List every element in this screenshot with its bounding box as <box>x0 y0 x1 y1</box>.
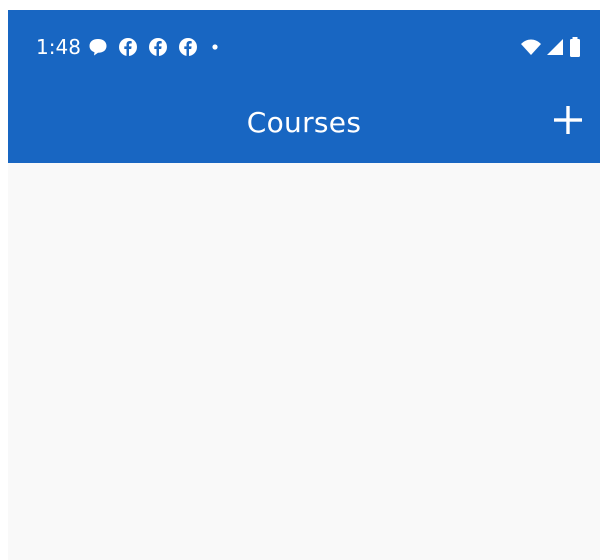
add-course-button[interactable] <box>550 102 586 138</box>
facebook-icon <box>178 37 198 57</box>
courses-list-area <box>8 163 600 560</box>
phone-screen: 1:48 Courses <box>8 10 600 560</box>
chat-bubble-icon <box>88 37 108 57</box>
system-status-icons <box>520 36 582 58</box>
plus-icon <box>550 106 586 142</box>
status-bar: 1:48 <box>8 10 600 82</box>
app-bar: Courses <box>8 82 600 163</box>
facebook-icon <box>148 37 168 57</box>
page-title: Courses <box>246 106 362 139</box>
facebook-icon <box>118 37 138 57</box>
status-time: 1:48 <box>36 35 81 59</box>
notification-icons <box>88 37 222 57</box>
battery-icon <box>568 36 582 58</box>
wifi-icon <box>520 37 542 57</box>
dot-icon <box>208 37 222 57</box>
cellular-signal-icon <box>546 37 564 57</box>
